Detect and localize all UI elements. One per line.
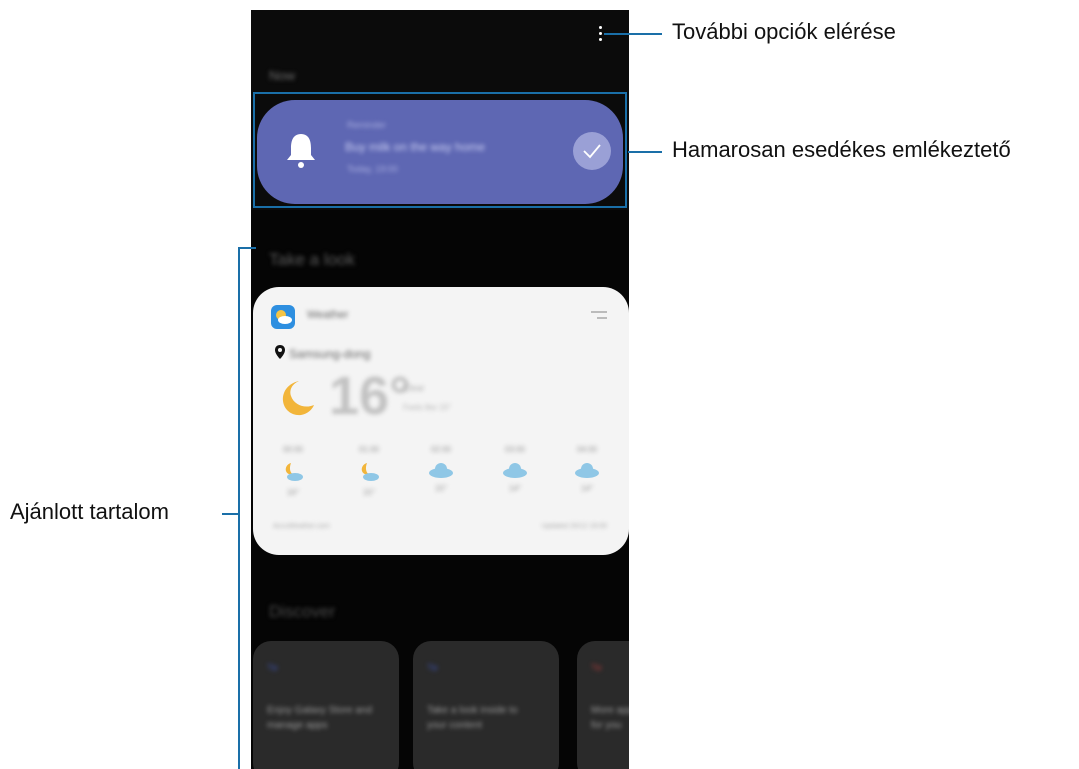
cloud-icon xyxy=(575,463,599,478)
discover-card-text: Enjoy Galaxy Store and manage apps xyxy=(267,705,373,731)
forecast-item: 00:00 16° xyxy=(271,445,315,497)
forecast-time: 03:00 xyxy=(504,445,526,454)
discover-card[interactable]: Tip More apps suggested for you xyxy=(577,641,629,769)
forecast-time: 00:00 xyxy=(282,445,304,454)
callout-line-recommended xyxy=(222,513,238,515)
callout-bracket-top xyxy=(238,247,256,249)
discover-card-label: Tip xyxy=(427,663,438,672)
location-name: Samsung-dong xyxy=(289,347,371,361)
discover-card-text: More apps suggested for you xyxy=(591,705,629,731)
reminder-highlight-box xyxy=(253,92,627,208)
discover-card[interactable]: Tip Take a look inside to your content xyxy=(413,641,559,769)
weather-condition: Clear xyxy=(403,383,425,393)
discover-card-text: Take a look inside to your content xyxy=(427,705,518,731)
section-title-take-a-look: Take a look xyxy=(269,250,355,269)
callout-bracket-recommended xyxy=(238,247,240,769)
cloud-icon xyxy=(429,463,453,478)
discover-card[interactable]: Tip Enjoy Galaxy Store and manage apps xyxy=(253,641,399,769)
forecast-item: 03:00 14° xyxy=(493,445,537,493)
forecast-item: 01:00 15° xyxy=(347,445,391,497)
callout-label-reminder: Hamarosan esedékes emlékeztető xyxy=(672,137,1011,162)
weather-source: AccuWeather.com xyxy=(273,523,330,530)
callout-label-recommended: Ajánlott tartalom xyxy=(10,499,169,524)
callout-line-more-options xyxy=(604,33,662,35)
collapse-icon[interactable] xyxy=(591,311,607,321)
current-temperature: 16° xyxy=(329,366,411,426)
forecast-temp: 14° xyxy=(508,484,522,493)
discover-card-label: Tip xyxy=(591,663,602,672)
forecast-item: 04:00 14° xyxy=(565,445,609,493)
forecast-time: 01:00 xyxy=(358,445,380,454)
moon-cloud-icon xyxy=(285,463,303,481)
location-pin-icon xyxy=(275,345,285,359)
weather-updated: Updated 20/12 19:00 xyxy=(541,523,607,530)
moon-icon xyxy=(282,381,314,416)
cloud-icon xyxy=(503,463,527,478)
section-title-discover: Discover xyxy=(269,602,336,621)
moon-cloud-icon xyxy=(361,463,379,481)
weather-app-name: Weather xyxy=(307,309,349,321)
discover-card-label: Tip xyxy=(267,663,278,672)
forecast-item: 02:00 15° xyxy=(419,445,463,493)
weather-card[interactable]: Weather Samsung-dong 16° Clear Feels lik… xyxy=(253,287,629,555)
callout-line-reminder xyxy=(628,151,662,153)
forecast-time: 04:00 xyxy=(576,445,598,454)
forecast-temp: 15° xyxy=(434,484,448,493)
forecast-temp: 15° xyxy=(362,488,376,497)
forecast-temp: 14° xyxy=(580,484,594,493)
feels-like: Feels like 15° xyxy=(403,403,452,412)
section-title-now: Now xyxy=(269,68,296,83)
forecast-time: 02:00 xyxy=(430,445,452,454)
callout-label-more-options: További opciók elérése xyxy=(672,19,896,44)
weather-app-icon xyxy=(271,305,295,329)
forecast-temp: 16° xyxy=(286,488,300,497)
